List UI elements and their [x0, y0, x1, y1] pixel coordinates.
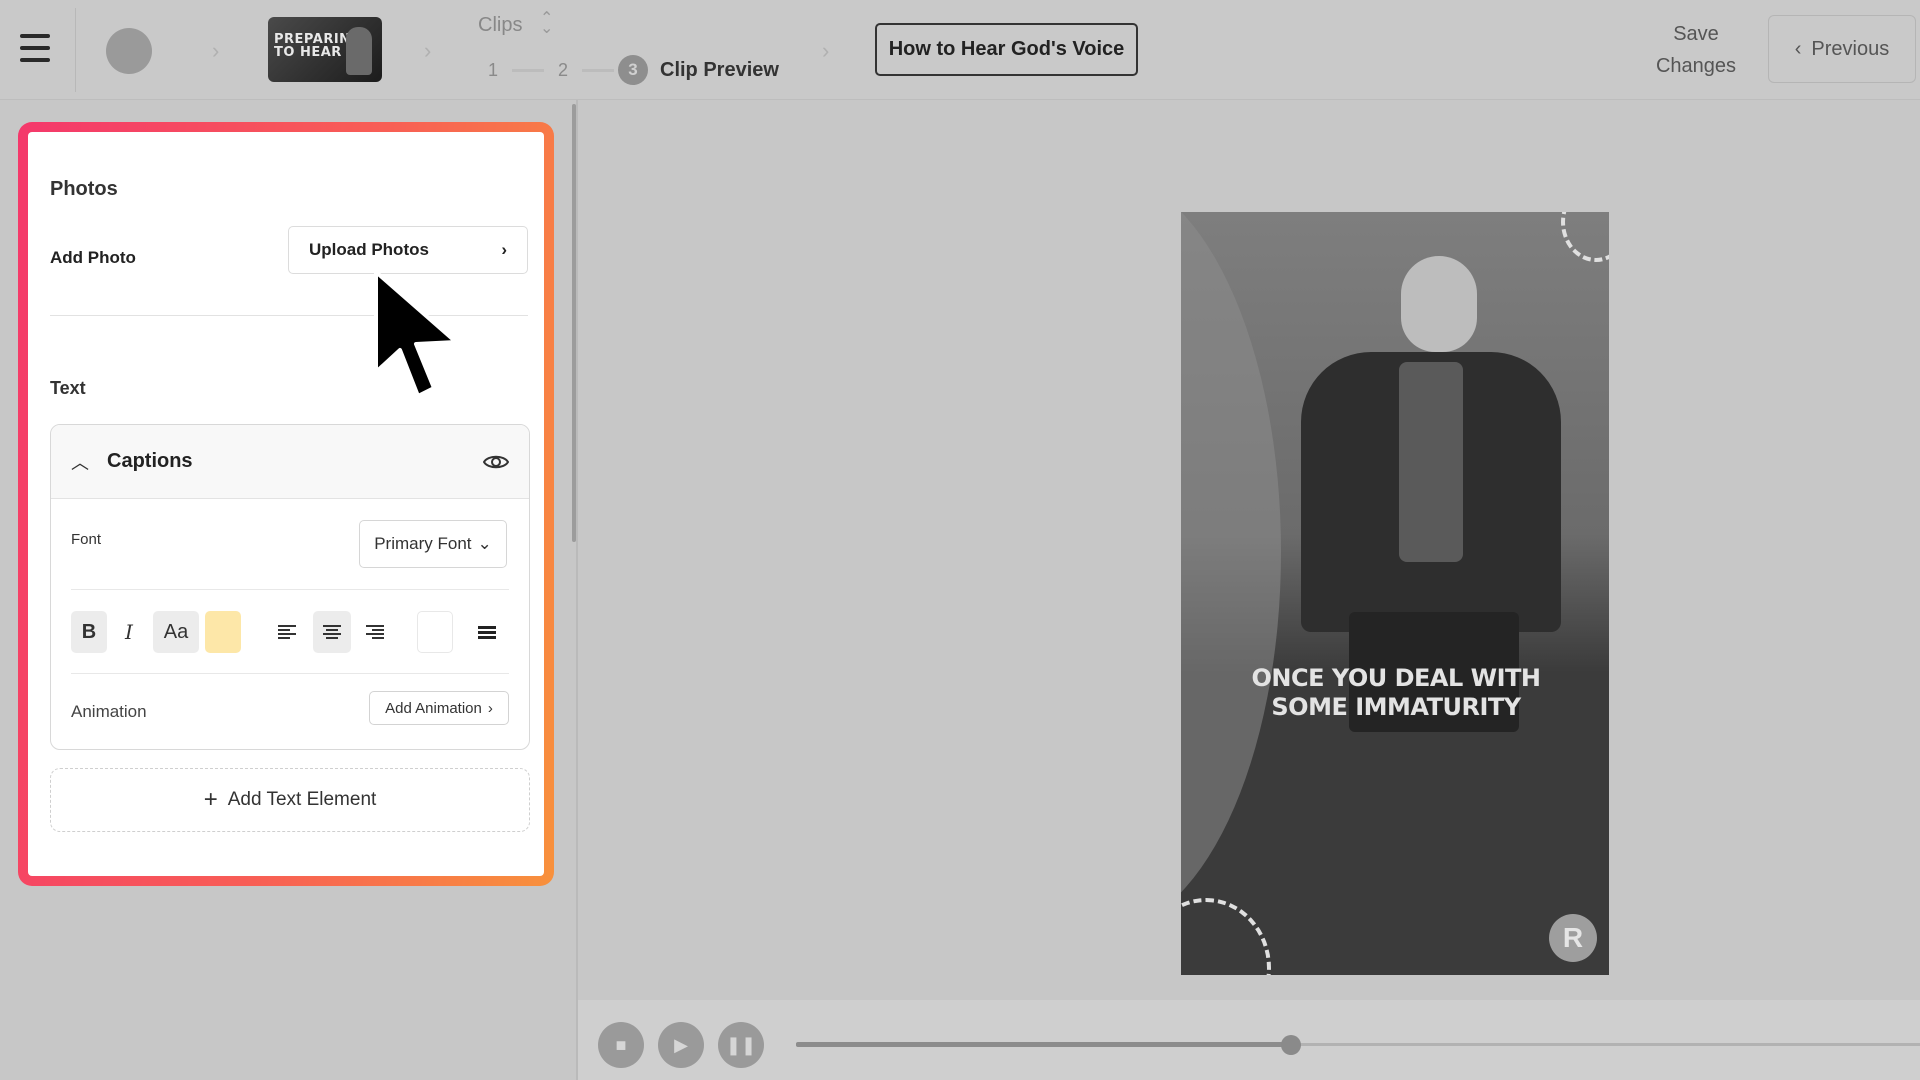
- upload-photos-button[interactable]: Upload Photos ›: [288, 226, 528, 274]
- header-divider: [75, 8, 76, 92]
- panel-divider: [576, 100, 578, 1080]
- clip-thumbnail[interactable]: PREPARING TO HEAR: [268, 17, 382, 82]
- text-case-button[interactable]: Aa: [153, 611, 199, 653]
- photos-section-title: Photos: [50, 178, 118, 200]
- stop-icon[interactable]: ■: [598, 1022, 644, 1068]
- animation-label: Animation: [71, 702, 147, 721]
- step-1[interactable]: 1: [478, 60, 508, 81]
- add-animation-label: Add Animation: [385, 699, 482, 717]
- font-label: Font: [71, 531, 102, 548]
- step-connector: [582, 68, 614, 72]
- play-icon[interactable]: ▶: [658, 1022, 704, 1068]
- add-text-element-label: Add Text Element: [227, 789, 377, 810]
- previous-label: Previous: [1811, 37, 1890, 60]
- save-changes-button[interactable]: Save Changes: [1640, 18, 1752, 82]
- thumbnail-figure: [346, 27, 372, 75]
- align-center-icon[interactable]: [313, 611, 351, 653]
- font-select-value: Primary Font: [374, 534, 472, 553]
- row-divider: [71, 589, 509, 590]
- align-left-icon[interactable]: [271, 611, 303, 653]
- add-photo-label: Add Photo: [50, 248, 136, 267]
- step-3[interactable]: 3: [618, 55, 648, 85]
- text-section-title: Text: [50, 378, 86, 398]
- chevron-down-icon: ⌄: [477, 534, 492, 553]
- font-select[interactable]: Primary Font ⌄: [359, 520, 507, 568]
- captions-card: ︿ Captions Font Primary Font ⌄ B I Aa An…: [50, 424, 530, 750]
- add-text-element-button[interactable]: + Add Text Element: [50, 768, 530, 832]
- clip-title-button[interactable]: How to Hear God's Voice: [875, 23, 1138, 76]
- pause-icon[interactable]: ❚❚: [718, 1022, 764, 1068]
- avatar[interactable]: [106, 28, 152, 74]
- chevron-right-icon: ›: [212, 38, 220, 63]
- captions-header[interactable]: ︿ Captions: [51, 425, 529, 499]
- line-spacing-icon[interactable]: [471, 611, 503, 653]
- video-preview[interactable]: ONCE YOU DEAL WITH SOME IMMATURITY R: [1181, 212, 1609, 975]
- row-divider: [71, 673, 509, 674]
- previous-button[interactable]: ‹ Previous: [1768, 15, 1916, 83]
- chevron-right-icon: ›: [487, 699, 493, 717]
- bold-button[interactable]: B: [71, 611, 107, 653]
- chevron-right-icon: ›: [501, 240, 507, 259]
- step-connector: [512, 68, 544, 72]
- italic-button[interactable]: I: [113, 611, 145, 653]
- decorative-arc: [1181, 898, 1271, 975]
- top-bar: › PREPARING TO HEAR › Clips ⌃ ⌄ 1 2 3 Cli…: [0, 0, 1920, 100]
- chevron-right-icon: ›: [424, 38, 432, 63]
- logo-badge: R: [1549, 914, 1597, 962]
- stepper: 1 2 3 Clip Preview: [478, 54, 779, 86]
- chevron-left-icon: ‹: [1794, 37, 1802, 60]
- plus-icon: +: [203, 786, 218, 813]
- add-animation-button[interactable]: Add Animation ›: [369, 691, 509, 725]
- timeline-scrubber[interactable]: [1280, 1035, 1301, 1055]
- timeline-progress: [796, 1042, 1291, 1047]
- player-controls: ■ ▶ ❚❚: [578, 1000, 1920, 1080]
- align-right-icon[interactable]: [359, 611, 391, 653]
- chevron-right-icon: ›: [822, 38, 830, 63]
- mouse-cursor-icon: [374, 270, 458, 398]
- editor-panel: Photos Add Photo Upload Photos › Text ︿ …: [28, 132, 544, 876]
- step-2[interactable]: 2: [548, 60, 578, 81]
- sort-updown-icon[interactable]: ⌃ ⌄: [540, 11, 553, 37]
- upload-photos-label: Upload Photos: [309, 240, 429, 259]
- speaker-head: [1401, 256, 1477, 352]
- preview-caption: ONCE YOU DEAL WITH SOME IMMATURITY: [1251, 664, 1541, 721]
- chevron-up-icon[interactable]: ︿: [71, 449, 89, 475]
- editor-panel-highlight: Photos Add Photo Upload Photos › Text ︿ …: [18, 122, 554, 886]
- active-step-label: Clip Preview: [660, 58, 779, 81]
- highlight-color-swatch[interactable]: [205, 611, 241, 653]
- clips-label[interactable]: Clips: [478, 14, 522, 37]
- speaker-shirt: [1399, 362, 1463, 562]
- captions-title: Captions: [107, 450, 193, 472]
- text-color-swatch[interactable]: [417, 611, 453, 653]
- menu-icon[interactable]: [20, 34, 50, 62]
- eye-icon[interactable]: [483, 452, 509, 472]
